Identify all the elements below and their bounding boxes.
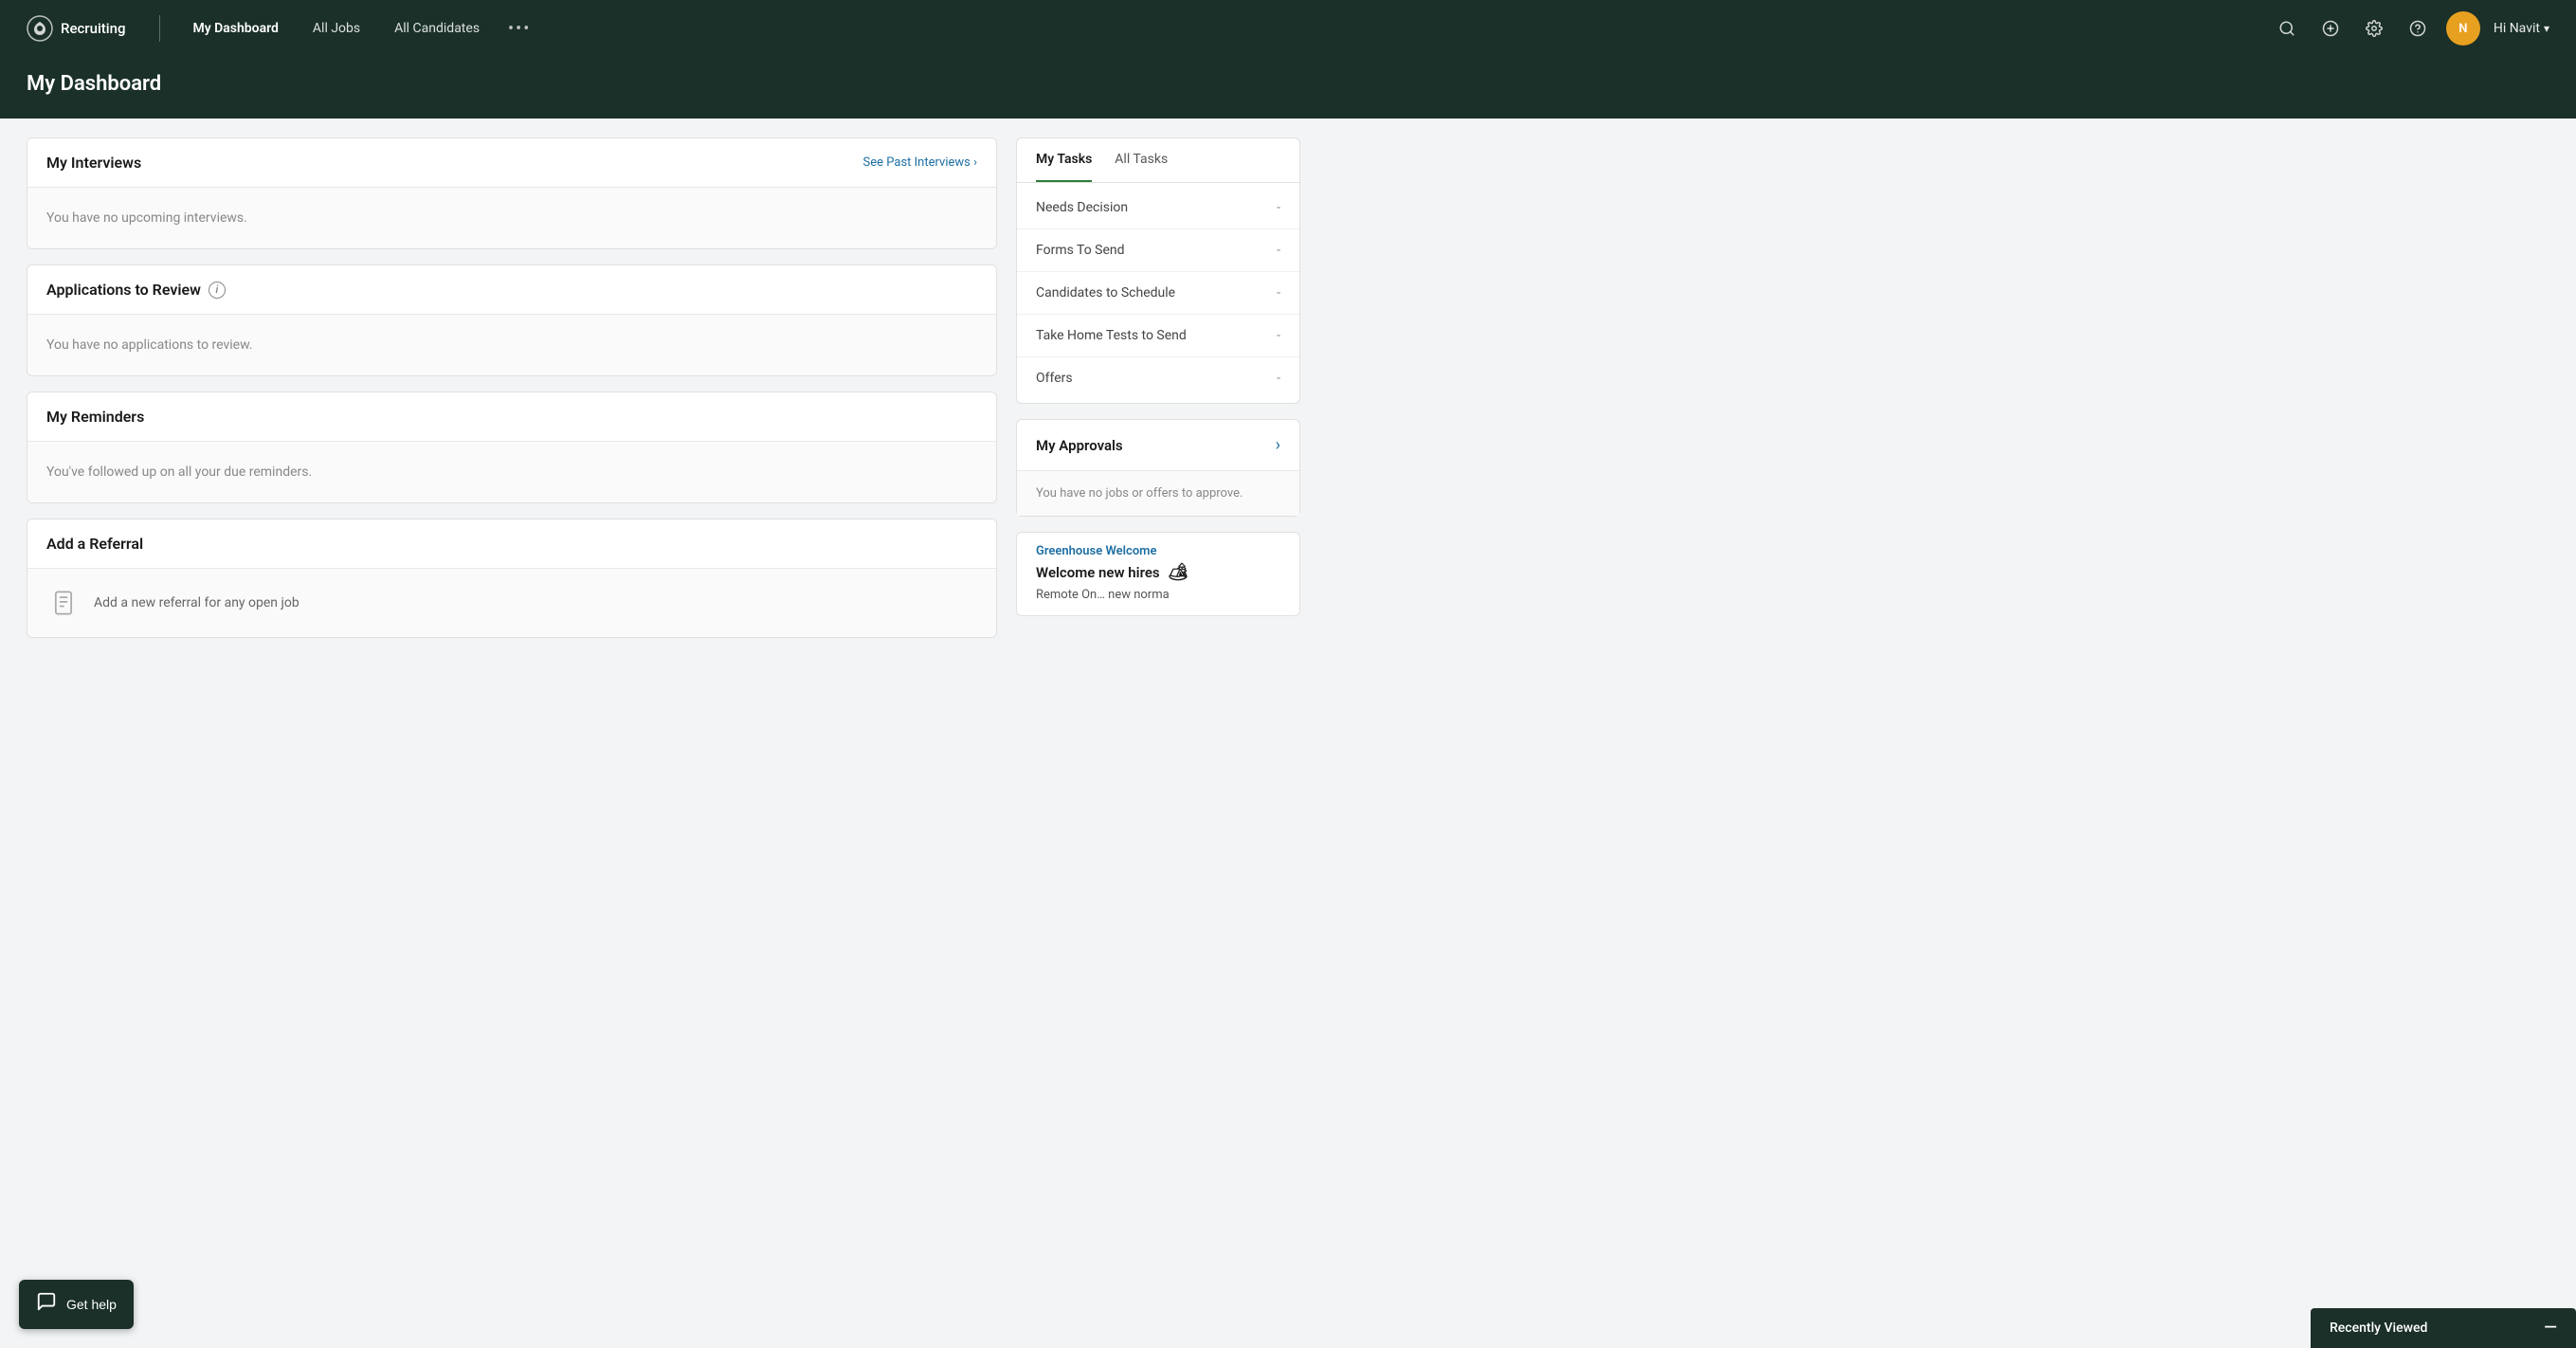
tasks-card: My Tasks All Tasks Needs Decision - Form… — [1016, 137, 1300, 404]
question-circle-icon — [2409, 20, 2426, 37]
reminders-heading: My Reminders — [46, 408, 144, 426]
approvals-empty-message: You have no jobs or offers to approve. — [1036, 486, 1243, 501]
welcome-title-text: Welcome new hires — [1036, 564, 1160, 581]
topnav-right-section: N Hi Navit ▾ — [2272, 11, 2549, 46]
main-content: My Interviews See Past Interviews › You … — [27, 137, 997, 638]
settings-button[interactable] — [2359, 13, 2389, 44]
task-forms-to-send-value: - — [1277, 243, 1280, 258]
list-item[interactable]: Take Home Tests to Send - — [1017, 315, 1299, 357]
recently-viewed-close-icon[interactable]: — — [2544, 1320, 2557, 1337]
reminders-card: My Reminders You've followed up on all y… — [27, 392, 997, 503]
add-button[interactable] — [2315, 13, 2346, 44]
interviews-card-body: You have no upcoming interviews. — [27, 188, 996, 248]
nav-divider — [159, 15, 160, 42]
user-avatar[interactable]: N — [2446, 11, 2480, 46]
interviews-card: My Interviews See Past Interviews › You … — [27, 137, 997, 249]
tab-my-tasks[interactable]: My Tasks — [1036, 138, 1092, 182]
task-needs-decision-label: Needs Decision — [1036, 200, 1128, 215]
nav-more[interactable]: ••• — [508, 19, 531, 39]
referral-card-header: Add a Referral — [27, 519, 996, 569]
applications-card-header: Applications to Review i — [27, 265, 996, 315]
reminders-card-body: You've followed up on all your due remin… — [27, 442, 996, 502]
interviews-empty-message: You have no upcoming interviews. — [46, 210, 247, 226]
user-chevron-icon: ▾ — [2544, 22, 2549, 35]
nav-all-candidates[interactable]: All Candidates — [389, 17, 485, 40]
applications-card: Applications to Review i You have no app… — [27, 264, 997, 376]
greenhouse-welcome-link[interactable]: Greenhouse Welcome — [1017, 533, 1299, 562]
welcome-card-title: Welcome new hires 🏕 — [1017, 562, 1299, 588]
chat-icon — [36, 1291, 57, 1318]
see-past-interviews-link[interactable]: See Past Interviews › — [863, 155, 977, 170]
user-greeting-text: Hi Navit — [2494, 21, 2540, 36]
approvals-header: My Approvals › — [1017, 420, 1299, 471]
approvals-body: You have no jobs or offers to approve. — [1017, 471, 1299, 516]
page-header: My Dashboard — [0, 57, 2576, 118]
task-candidates-to-schedule-value: - — [1277, 285, 1280, 301]
get-help-label: Get help — [66, 1297, 117, 1312]
list-item[interactable]: Offers - — [1017, 357, 1299, 399]
plus-circle-icon — [2322, 20, 2339, 37]
approvals-arrow-icon[interactable]: › — [1276, 435, 1280, 455]
applications-card-body: You have no applications to review. — [27, 315, 996, 375]
chat-bubble-icon — [36, 1291, 57, 1312]
approvals-card: My Approvals › You have no jobs or offer… — [1016, 419, 1300, 517]
welcome-emoji: 🏕 — [1168, 562, 1189, 582]
welcome-body-text: Remote On… new norma — [1036, 588, 1170, 602]
reminders-card-header: My Reminders — [27, 392, 996, 442]
referral-icon — [46, 586, 81, 620]
task-offers-value: - — [1277, 371, 1280, 386]
sidebar: My Tasks All Tasks Needs Decision - Form… — [1016, 137, 1300, 638]
app-name: Recruiting — [61, 20, 125, 37]
welcome-card: Greenhouse Welcome Welcome new hires 🏕 R… — [1016, 532, 1300, 616]
page-title: My Dashboard — [27, 72, 2549, 96]
recently-viewed-label: Recently Viewed — [2330, 1321, 2427, 1336]
nav-all-jobs[interactable]: All Jobs — [307, 17, 366, 40]
task-forms-to-send-label: Forms To Send — [1036, 243, 1125, 258]
search-button[interactable] — [2272, 13, 2302, 44]
list-item[interactable]: Candidates to Schedule - — [1017, 272, 1299, 315]
interviews-card-header: My Interviews See Past Interviews › — [27, 138, 996, 188]
task-offers-label: Offers — [1036, 371, 1073, 386]
referral-document-icon — [50, 590, 77, 616]
applications-info-icon[interactable]: i — [209, 282, 226, 299]
interviews-heading: My Interviews — [46, 154, 141, 172]
app-logo[interactable]: Recruiting — [27, 15, 125, 42]
referral-card-body: Add a new referral for any open job — [27, 569, 996, 637]
user-greeting[interactable]: Hi Navit ▾ — [2494, 21, 2549, 36]
task-take-home-tests-value: - — [1277, 328, 1280, 343]
task-needs-decision-value: - — [1277, 200, 1280, 215]
list-item[interactable]: Forms To Send - — [1017, 229, 1299, 272]
approvals-heading: My Approvals — [1036, 437, 1123, 454]
search-icon — [2278, 20, 2295, 37]
list-item[interactable]: Needs Decision - — [1017, 187, 1299, 229]
applications-heading: Applications to Review i — [46, 281, 226, 299]
help-button[interactable] — [2403, 13, 2433, 44]
recently-viewed-bar[interactable]: Recently Viewed — — [2311, 1308, 2576, 1348]
tasks-list: Needs Decision - Forms To Send - Candida… — [1017, 183, 1299, 403]
main-layout: My Interviews See Past Interviews › You … — [0, 118, 1327, 657]
task-take-home-tests-label: Take Home Tests to Send — [1036, 328, 1187, 343]
referral-body-text: Add a new referral for any open job — [94, 595, 299, 610]
referral-card: Add a Referral Add a new referral for an… — [27, 519, 997, 638]
tab-all-tasks[interactable]: All Tasks — [1115, 138, 1168, 182]
applications-heading-text: Applications to Review — [46, 281, 201, 299]
reminders-empty-message: You've followed up on all your due remin… — [46, 465, 312, 480]
referral-heading: Add a Referral — [46, 535, 143, 553]
applications-empty-message: You have no applications to review. — [46, 337, 252, 353]
greenhouse-logo-icon — [27, 15, 53, 42]
task-candidates-to-schedule-label: Candidates to Schedule — [1036, 285, 1175, 301]
tasks-tabs: My Tasks All Tasks — [1017, 138, 1299, 183]
get-help-button[interactable]: Get help — [19, 1280, 134, 1329]
nav-my-dashboard[interactable]: My Dashboard — [187, 17, 283, 40]
welcome-card-body: Remote On… new norma — [1017, 588, 1299, 615]
topnav: Recruiting My Dashboard All Jobs All Can… — [0, 0, 2576, 57]
gear-icon — [2366, 20, 2383, 37]
